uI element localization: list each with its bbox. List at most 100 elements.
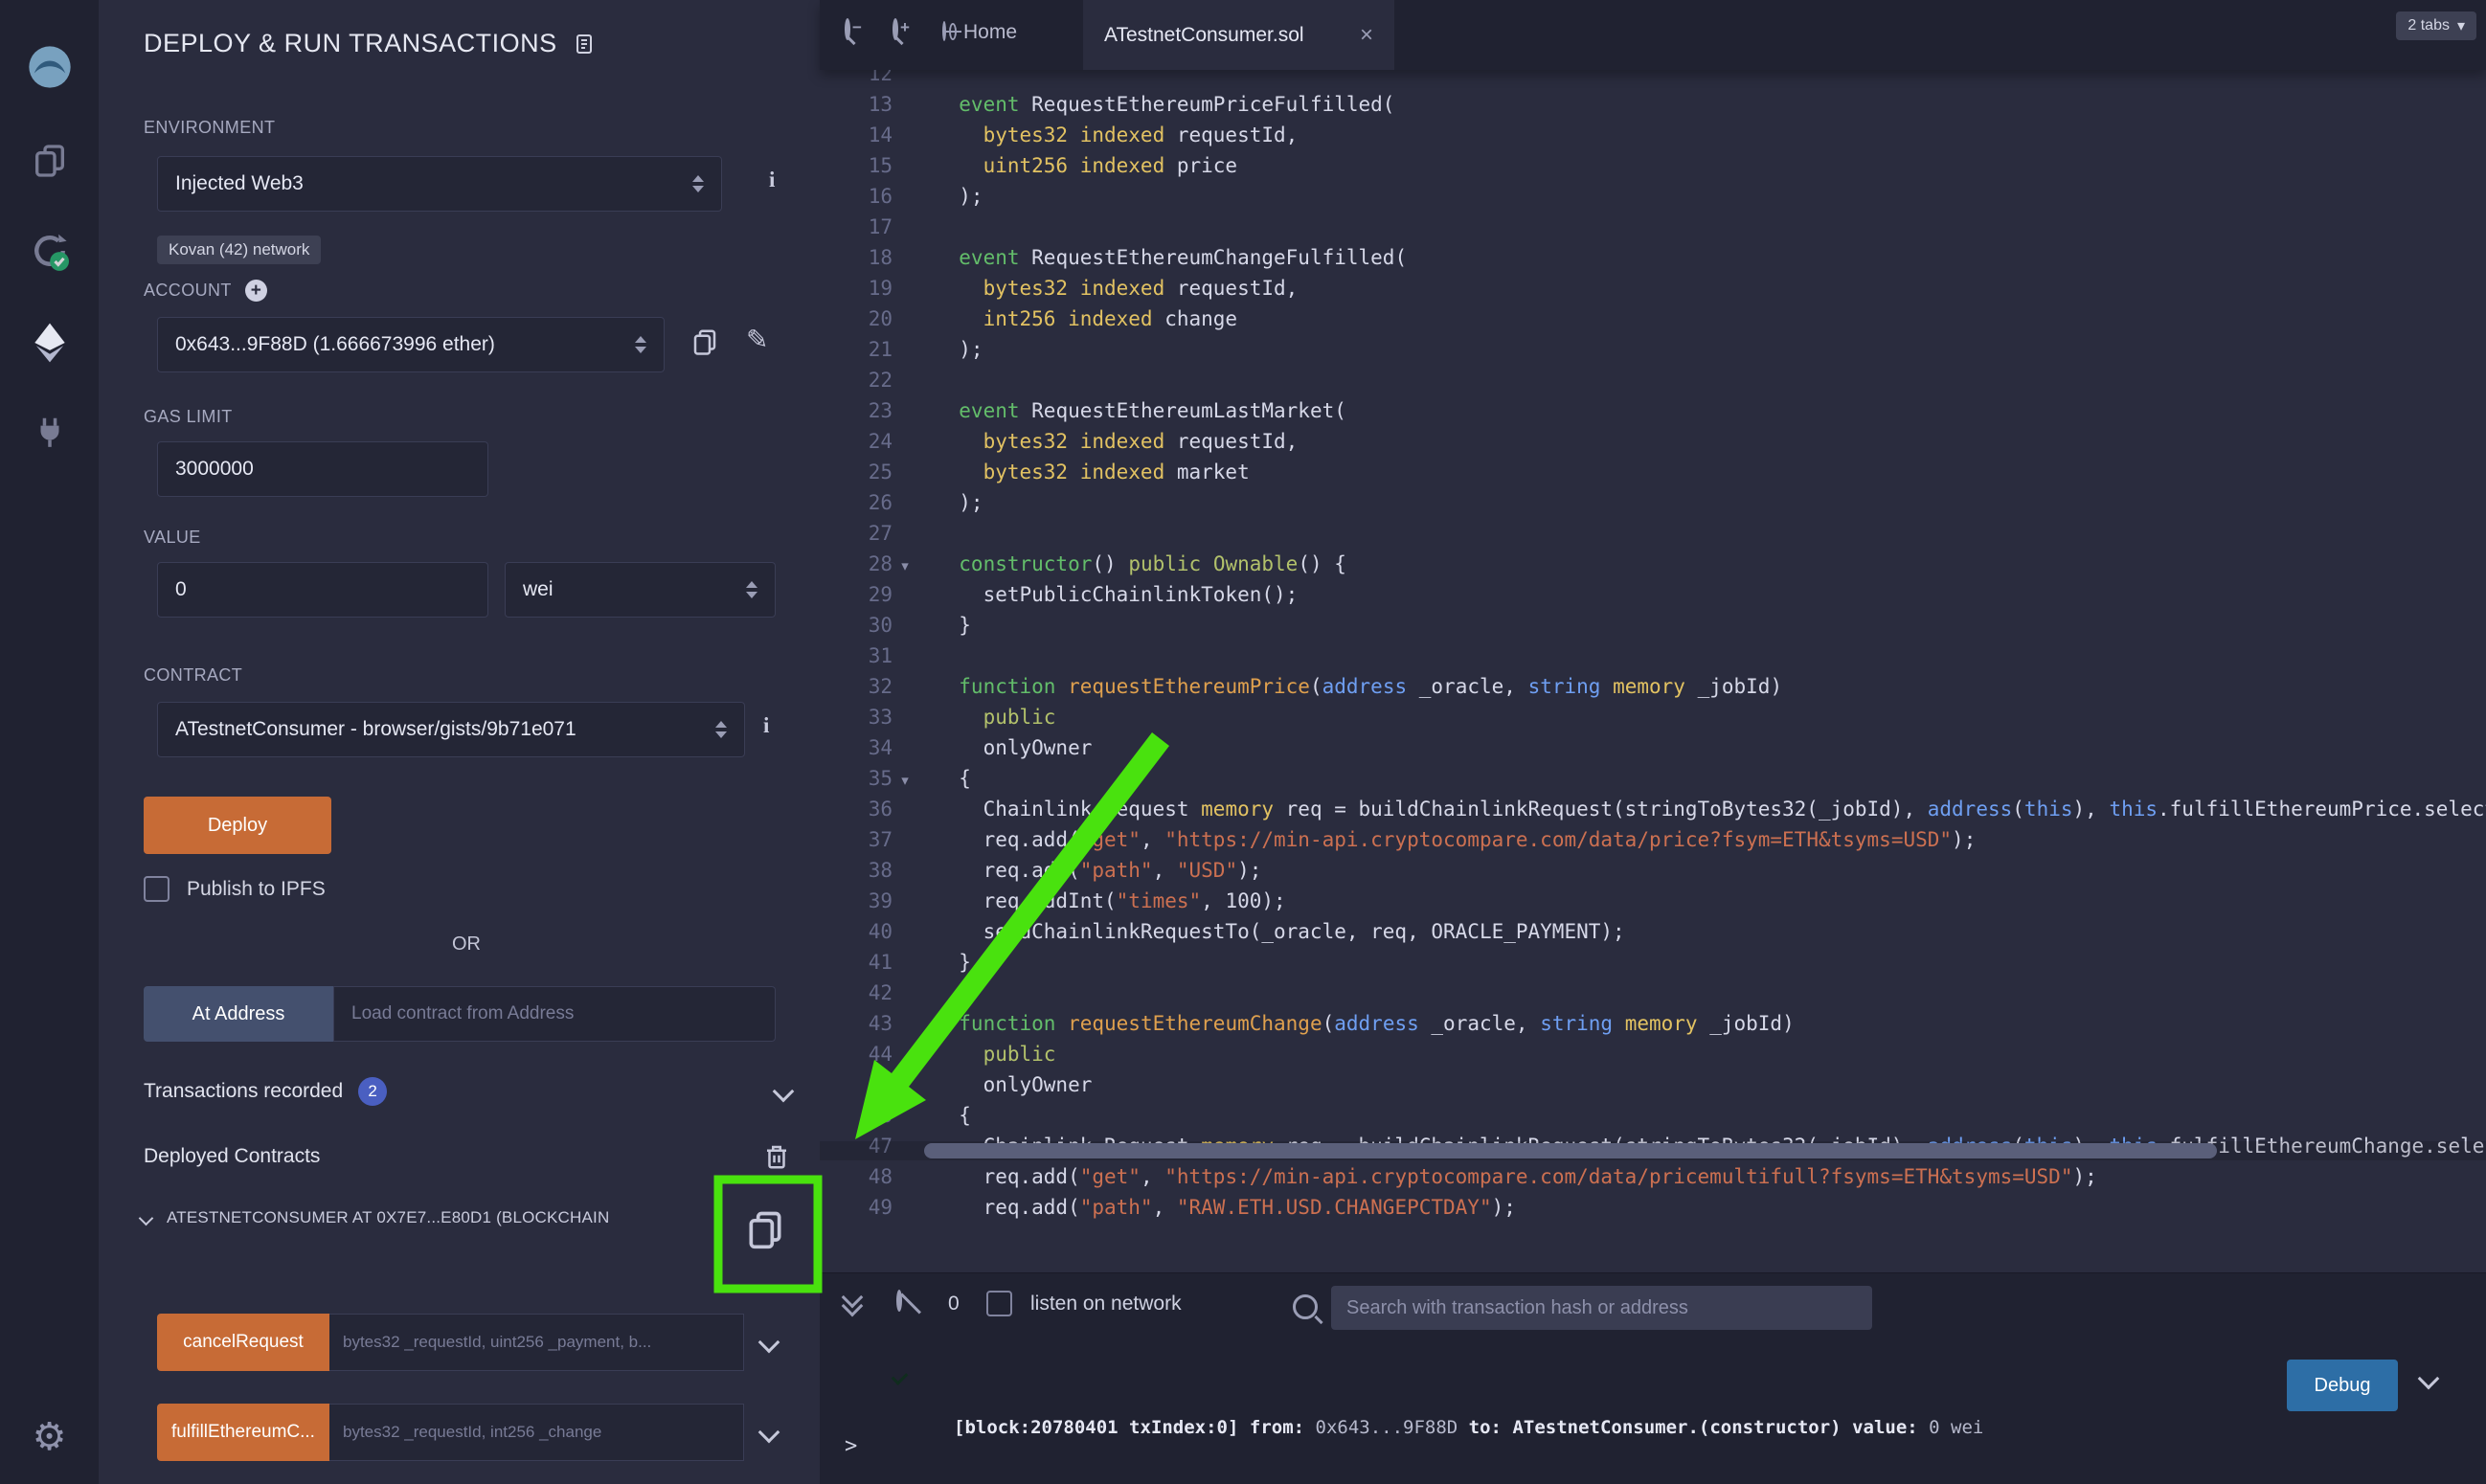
code-line[interactable] [935, 70, 2486, 89]
code-line[interactable]: req.add("path", "RAW.ETH.USD.CHANGEPCTDA… [935, 1192, 2486, 1223]
recorder-doc-icon[interactable] [573, 32, 596, 56]
deploy-run-icon[interactable] [31, 322, 69, 364]
home-globe-icon[interactable] [942, 21, 946, 41]
at-address-input[interactable] [333, 986, 776, 1042]
deploy-button[interactable]: Deploy [144, 797, 331, 854]
code-line[interactable]: function requestEthereumPrice(address _o… [935, 671, 2486, 702]
value-input[interactable] [157, 562, 488, 618]
listen-network-checkbox[interactable] [986, 1291, 1012, 1316]
method-expand-icon[interactable] [758, 1332, 780, 1354]
code-line[interactable]: req.add("path", "USD"); [935, 855, 2486, 886]
solidity-compiler-icon[interactable] [29, 230, 71, 272]
tabs-count-dropdown[interactable]: 2 tabs ▾ [2396, 11, 2476, 40]
copy-account-icon[interactable] [690, 327, 719, 356]
remix-ide: ⚙ DEPLOY & RUN TRANSACTIONS ENVIRONMENT … [0, 0, 2486, 1484]
caret-down-icon: ▾ [2457, 16, 2465, 35]
contract-info-icon[interactable]: i [763, 713, 769, 738]
code-line[interactable]: ); [935, 181, 2486, 212]
code-line[interactable]: int256 indexed change [935, 304, 2486, 334]
code-line[interactable]: event RequestEthereumLastMarket( [935, 395, 2486, 426]
tab-bar: − + Home ATestnetConsumer.sol × 2 tabs ▾ [820, 0, 2486, 70]
code-line[interactable]: ); [935, 334, 2486, 365]
remix-logo-icon[interactable] [25, 42, 75, 92]
settings-icon[interactable]: ⚙ [0, 1415, 99, 1459]
environment-select[interactable]: Injected Web3 [157, 156, 722, 212]
log-expand-icon[interactable] [2418, 1368, 2440, 1390]
code-line[interactable]: ); [935, 487, 2486, 518]
code-line[interactable]: } [935, 947, 2486, 978]
method-expand-icon[interactable] [758, 1422, 780, 1444]
transactions-expand-icon[interactable] [773, 1081, 795, 1103]
tab-home[interactable]: Home [963, 21, 1017, 44]
code-editor[interactable]: 1213141516171819202122232425262728▾29303… [820, 70, 2486, 1273]
code-line[interactable]: public [935, 702, 2486, 732]
code-line[interactable] [935, 365, 2486, 395]
code-line[interactable]: bytes32 indexed requestId, [935, 426, 2486, 457]
method-args-input[interactable] [329, 1314, 744, 1371]
terminal-expand-icon[interactable] [845, 1296, 860, 1314]
publish-ipfs-checkbox[interactable] [144, 876, 170, 902]
contract-select[interactable]: ATestnetConsumer - browser/gists/9b71e07… [157, 702, 745, 757]
code-line[interactable]: Chainlink.Request memory req = buildChai… [935, 794, 2486, 824]
at-address-button[interactable]: At Address [144, 986, 333, 1042]
code-line[interactable]: { [935, 1100, 2486, 1131]
stepper-icon [746, 581, 757, 598]
terminal-search-input[interactable] [1331, 1286, 1872, 1330]
method-row: cancelRequest [157, 1314, 808, 1371]
code-line[interactable]: bytes32 indexed market [935, 457, 2486, 487]
account-select[interactable]: 0x643...9F88D (1.666673996 ether) [157, 317, 665, 372]
fold-caret-icon[interactable]: ▾ [893, 765, 917, 796]
code-line[interactable]: { [935, 763, 2486, 794]
tabs-count-label: 2 tabs [2407, 17, 2450, 34]
code-line[interactable]: req.add("get", "https://min-api.cryptoco… [935, 1161, 2486, 1192]
code-line[interactable]: req.addInt("times", 100); [935, 886, 2486, 916]
contract-value: ATestnetConsumer - browser/gists/9b71e07… [175, 718, 704, 741]
tab-close-icon[interactable]: × [1360, 22, 1373, 49]
method-list: cancelRequest fulfillEthereumC... [157, 1314, 808, 1484]
fold-caret-icon[interactable]: ▾ [893, 551, 917, 581]
stepper-icon [692, 175, 704, 192]
transactions-count-badge: 2 [358, 1077, 387, 1106]
debug-button[interactable]: Debug [2287, 1360, 2398, 1411]
add-account-icon[interactable]: + [245, 280, 267, 302]
terminal-prompt[interactable]: > [845, 1434, 857, 1458]
horizontal-scrollbar-track[interactable] [820, 1141, 2486, 1160]
clear-instances-trash-icon[interactable] [762, 1141, 791, 1172]
value-unit-select[interactable]: wei [505, 562, 776, 618]
code-line[interactable] [935, 212, 2486, 242]
instance-expand-icon[interactable] [139, 1210, 154, 1225]
gas-limit-input[interactable] [157, 441, 488, 497]
method-args-input[interactable] [329, 1404, 744, 1461]
method-call-button[interactable]: cancelRequest [157, 1314, 329, 1371]
plugin-manager-icon[interactable] [32, 414, 68, 450]
deploy-run-panel: DEPLOY & RUN TRANSACTIONS ENVIRONMENT In… [99, 0, 820, 1484]
code-line[interactable]: bytes32 indexed requestId, [935, 120, 2486, 150]
code-line[interactable]: setPublicChainlinkToken(); [935, 579, 2486, 610]
code-line[interactable] [935, 641, 2486, 671]
code-line[interactable]: function requestEthereumChange(address _… [935, 1008, 2486, 1039]
edit-account-icon[interactable]: ✎ [746, 324, 768, 355]
file-explorer-icon[interactable] [31, 142, 69, 180]
code-line[interactable]: uint256 indexed price [935, 150, 2486, 181]
tx-log-entry[interactable]: [block:20780401 txIndex:0] from: 0x643..… [954, 1356, 1983, 1484]
code-line[interactable]: onlyOwner [935, 1069, 2486, 1100]
code-line[interactable]: constructor() public Ownable() { [935, 549, 2486, 579]
code-line[interactable]: sendChainlinkRequestTo(_oracle, req, ORA… [935, 916, 2486, 947]
code-line[interactable] [935, 978, 2486, 1008]
zoom-out-icon[interactable]: − [845, 18, 850, 40]
environment-info-icon[interactable]: i [769, 168, 775, 192]
code-line[interactable]: event RequestEthereumChangeFulfilled( [935, 242, 2486, 273]
code-line[interactable]: onlyOwner [935, 732, 2486, 763]
horizontal-scrollbar-thumb[interactable] [924, 1143, 2217, 1158]
code-line[interactable]: public [935, 1039, 2486, 1069]
copy-instance-address-icon[interactable] [744, 1208, 786, 1250]
code-line[interactable]: bytes32 indexed requestId, [935, 273, 2486, 304]
code-line[interactable]: req.add("get", "https://min-api.cryptoco… [935, 824, 2486, 855]
clear-console-icon[interactable] [896, 1290, 902, 1312]
tab-active-file[interactable]: ATestnetConsumer.sol × [1083, 0, 1394, 70]
code-line[interactable]: event RequestEthereumPriceFulfilled( [935, 89, 2486, 120]
code-line[interactable]: } [935, 610, 2486, 641]
code-line[interactable] [935, 518, 2486, 549]
method-call-button[interactable]: fulfillEthereumC... [157, 1404, 329, 1461]
zoom-in-icon[interactable]: + [893, 18, 898, 40]
